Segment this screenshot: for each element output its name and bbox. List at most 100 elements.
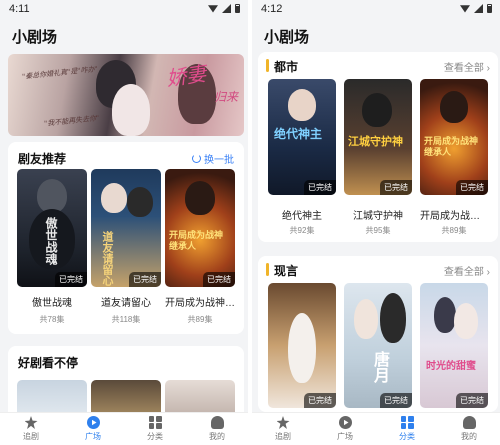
banner-title-art: 娇妻 <box>164 61 208 91</box>
poster-figure <box>440 91 468 123</box>
tab-label: 分类 <box>399 432 415 441</box>
refresh-button[interactable]: 换一批 <box>192 151 234 166</box>
signal-icon <box>222 4 231 13</box>
status-badge: 已完结 <box>456 180 488 195</box>
banner-figure <box>112 84 150 136</box>
episode-count: 共89集 <box>441 226 467 235</box>
refresh-label: 换一批 <box>204 155 234 166</box>
drama-name[interactable]: 绝代神主 <box>268 207 336 222</box>
status-bar: 4:12 <box>252 0 500 18</box>
banner-subtitle-art: 归来 <box>214 90 239 104</box>
page-title: 小剧场 <box>12 29 58 46</box>
status-icons <box>460 4 492 13</box>
screen-category: 4:12 小剧场 都市 查看全部 › 绝代神主 已完结 绝代神主 共92集 江城… <box>252 0 500 445</box>
signal-icon <box>474 4 483 13</box>
episode-count: 共95集 <box>365 226 391 235</box>
drama-name[interactable]: 开局成为战神继... <box>165 294 235 309</box>
tab-label: 追剧 <box>23 432 39 441</box>
status-badge: 已完结 <box>203 272 235 287</box>
star-icon <box>24 416 38 429</box>
grid-icon <box>148 416 162 429</box>
status-bar: 4:11 <box>0 0 248 18</box>
drama-poster[interactable]: 已完结 <box>268 283 336 408</box>
poster-figure <box>185 181 215 215</box>
episode-count: 共78集 <box>39 315 65 324</box>
more-title: 好剧看不停 <box>18 356 79 370</box>
banner-quote: "秦总你婚礼真"是"咋办" <box>21 65 99 81</box>
tab-follow[interactable]: 追剧 <box>252 413 314 445</box>
poster-figure <box>288 313 316 383</box>
section-urban: 都市 查看全部 › 绝代神主 已完结 绝代神主 共92集 江城守护神 已完结 江… <box>258 52 498 242</box>
poster-figure <box>127 187 153 217</box>
tab-label: 广场 <box>337 432 353 441</box>
user-icon <box>462 416 476 429</box>
status-badge: 已完结 <box>304 180 336 195</box>
poster-figure <box>37 179 67 213</box>
poster-art-text: 绝代神主 <box>274 127 323 141</box>
poster-art-text: 傲世战魂 <box>44 217 58 265</box>
episode-count: 共89集 <box>187 315 213 324</box>
user-icon <box>210 416 224 429</box>
status-time: 4:12 <box>261 3 283 15</box>
tab-square[interactable]: 广场 <box>62 413 124 445</box>
tab-follow[interactable]: 追剧 <box>0 413 62 445</box>
tab-square[interactable]: 广场 <box>314 413 376 445</box>
drama-poster[interactable]: 江城守护神 已完结 <box>344 79 412 195</box>
screen-square: 4:11 小剧场 "秦总你婚礼真"是"咋办" "我不能再失去你" 娇妻 归来 剧… <box>0 0 248 445</box>
episode-count: 共118集 <box>111 315 141 324</box>
play-icon <box>338 416 352 429</box>
tab-mine[interactable]: 我的 <box>438 413 500 445</box>
status-badge: 已完结 <box>456 393 488 408</box>
drama-poster[interactable]: 绝代神主 已完结 <box>268 79 336 195</box>
view-all-link[interactable]: 查看全部 › <box>444 59 490 74</box>
drama-poster[interactable]: 道友请留心 已完结 <box>91 169 161 287</box>
poster-art-text: 开局成为战神继承人 <box>424 137 479 158</box>
poster-art-text: 道友请留心 <box>101 231 114 286</box>
status-badge: 已完结 <box>55 272 87 287</box>
bottom-tabbar: 追剧 广场 分类 我的 <box>252 412 500 445</box>
drama-name[interactable]: 傲世战魂 <box>17 294 87 309</box>
view-all-link[interactable]: 查看全部 › <box>444 263 490 278</box>
poster-art-text: 江城守护神 <box>348 135 403 148</box>
battery-icon <box>487 4 492 13</box>
recommend-card: 剧友推荐 换一批 傲世战魂 已完结 傲世战魂 共78集 道友请留心 已完结 道友… <box>8 142 244 334</box>
poster-figure <box>434 297 456 333</box>
episode-count: 共92集 <box>289 226 315 235</box>
poster-figure <box>288 89 316 121</box>
drama-poster[interactable]: 时光的甜蜜 已完结 <box>420 283 488 408</box>
drama-name[interactable]: 开局成为战神... <box>420 207 488 222</box>
tab-mine[interactable]: 我的 <box>186 413 248 445</box>
drama-name[interactable]: 道友请留心 <box>91 294 161 309</box>
page-title: 小剧场 <box>264 29 310 46</box>
grid-icon <box>400 416 414 429</box>
drama-poster[interactable]: 傲世战魂 已完结 <box>17 169 87 287</box>
status-badge: 已完结 <box>304 393 336 408</box>
status-time: 4:11 <box>9 3 30 15</box>
tab-label: 我的 <box>461 432 477 441</box>
tab-label: 分类 <box>147 432 163 441</box>
tab-category[interactable]: 分类 <box>376 413 438 445</box>
section-title: 都市 <box>274 60 299 74</box>
drama-poster[interactable]: 唐月 已完结 <box>344 283 412 408</box>
refresh-icon <box>192 154 201 163</box>
poster-figure <box>354 299 378 339</box>
tab-category[interactable]: 分类 <box>124 413 186 445</box>
poster-figure <box>101 183 127 213</box>
status-badge: 已完结 <box>380 393 412 408</box>
status-icons <box>208 4 240 13</box>
status-badge: 已完结 <box>129 272 161 287</box>
banner-quote: "我不能再失去你" <box>43 114 100 128</box>
poster-figure <box>454 303 478 339</box>
promo-banner[interactable]: "秦总你婚礼真"是"咋办" "我不能再失去你" 娇妻 归来 <box>8 54 244 136</box>
tab-label: 追剧 <box>275 432 291 441</box>
section-marker <box>266 263 269 276</box>
drama-poster[interactable]: 开局成为战神继承人 已完结 <box>420 79 488 195</box>
drama-poster[interactable]: 开局成为战神继承人 已完结 <box>165 169 235 287</box>
wifi-icon <box>460 5 470 13</box>
drama-name[interactable]: 江城守护神 <box>344 207 412 222</box>
poster-art-text: 唐月 <box>371 351 390 383</box>
status-badge: 已完结 <box>380 180 412 195</box>
section-title: 现言 <box>274 264 299 278</box>
section-marker <box>266 59 269 72</box>
bottom-tabbar: 追剧 广场 分类 我的 <box>0 412 248 445</box>
